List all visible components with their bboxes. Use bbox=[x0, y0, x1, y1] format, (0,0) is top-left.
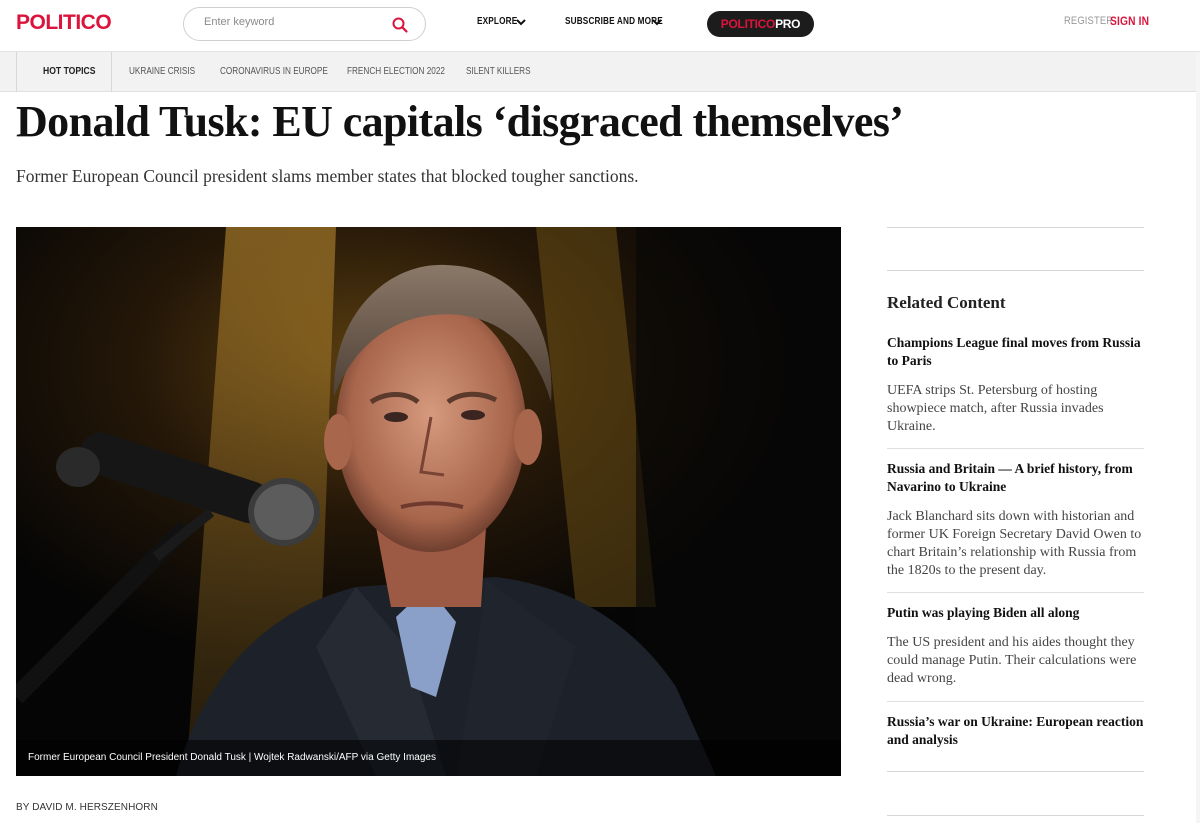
photo-illustration bbox=[16, 227, 841, 776]
register-link[interactable]: REGISTER bbox=[1064, 15, 1113, 27]
search-icon[interactable] bbox=[391, 16, 409, 34]
nav-subscribe-and-more[interactable]: SUBSCRIBE AND MORE bbox=[565, 16, 663, 27]
related-item[interactable]: Russia and Britain — A brief history, fr… bbox=[887, 460, 1144, 580]
sidebar-divider bbox=[887, 815, 1144, 816]
sign-in-link[interactable]: SIGN IN bbox=[1110, 14, 1149, 28]
related-item[interactable]: Putin was playing Biden all along The US… bbox=[887, 604, 1144, 688]
sidebar-divider bbox=[887, 771, 1144, 772]
related-item-summary: Jack Blanchard sits down with historian … bbox=[887, 509, 1142, 578]
pro-label-pro: PRO bbox=[775, 17, 801, 31]
related-item-summary: UEFA strips St. Petersburg of hosting sh… bbox=[887, 383, 1104, 434]
hot-topics-label: HOT TOPICS bbox=[43, 65, 96, 77]
topic-ukraine-crisis[interactable]: UKRAINE CRISIS bbox=[129, 66, 195, 77]
topic-silent-killers[interactable]: SILENT KILLERS bbox=[466, 66, 531, 77]
related-item[interactable]: Champions League final moves from Russia… bbox=[887, 334, 1144, 436]
search-box[interactable] bbox=[183, 7, 426, 41]
related-item-headline[interactable]: Russia and Britain — A brief history, fr… bbox=[887, 460, 1144, 496]
lead-photo: Former European Council President Donald… bbox=[16, 227, 841, 776]
nav-explore[interactable]: EXPLORE bbox=[477, 16, 517, 27]
chevron-down-icon[interactable] bbox=[651, 16, 663, 28]
related-item-headline[interactable]: Putin was playing Biden all along bbox=[887, 604, 1144, 622]
site-header: POLITICO EXPLORE SUBSCRIBE AND MORE POLI… bbox=[0, 0, 1200, 52]
photo-caption: Former European Council President Donald… bbox=[28, 752, 436, 763]
article-headline: Donald Tusk: EU capitals ‘disgraced them… bbox=[16, 97, 904, 146]
related-item-headline[interactable]: Russia’s war on Ukraine: European reacti… bbox=[887, 713, 1144, 749]
pro-label-politico: POLITICO bbox=[720, 17, 776, 31]
related-item[interactable]: Russia’s war on Ukraine: European reacti… bbox=[887, 713, 1144, 749]
related-content-title: Related Content bbox=[887, 293, 1006, 312]
hot-topics-bar: HOT TOPICS UKRAINE CRISIS CORONAVIRUS IN… bbox=[0, 52, 1200, 92]
article-byline[interactable]: BY DAVID M. HERSZENHORN bbox=[16, 802, 158, 813]
scrollbar[interactable] bbox=[1196, 52, 1200, 823]
topic-coronavirus-in-europe[interactable]: CORONAVIRUS IN EUROPE bbox=[220, 66, 328, 77]
related-divider bbox=[887, 701, 1144, 702]
related-divider bbox=[887, 592, 1144, 593]
topic-french-election-2022[interactable]: FRENCH ELECTION 2022 bbox=[347, 66, 445, 77]
sidebar-divider bbox=[887, 227, 1144, 228]
search-input[interactable] bbox=[204, 16, 384, 28]
photo-caption-bar: Former European Council President Donald… bbox=[16, 740, 841, 776]
politico-pro-button[interactable]: POLITICOPRO bbox=[707, 11, 814, 37]
related-divider bbox=[887, 448, 1144, 449]
politico-logo[interactable]: POLITICO bbox=[16, 11, 112, 35]
article-dek: Former European Council president slams … bbox=[16, 166, 639, 186]
related-item-summary: The US president and his aides thought t… bbox=[887, 635, 1137, 686]
hot-topics-tab[interactable]: HOT TOPICS bbox=[16, 52, 112, 92]
chevron-down-icon[interactable] bbox=[515, 16, 527, 28]
sidebar-divider bbox=[887, 270, 1144, 271]
related-item-headline[interactable]: Champions League final moves from Russia… bbox=[887, 334, 1144, 370]
